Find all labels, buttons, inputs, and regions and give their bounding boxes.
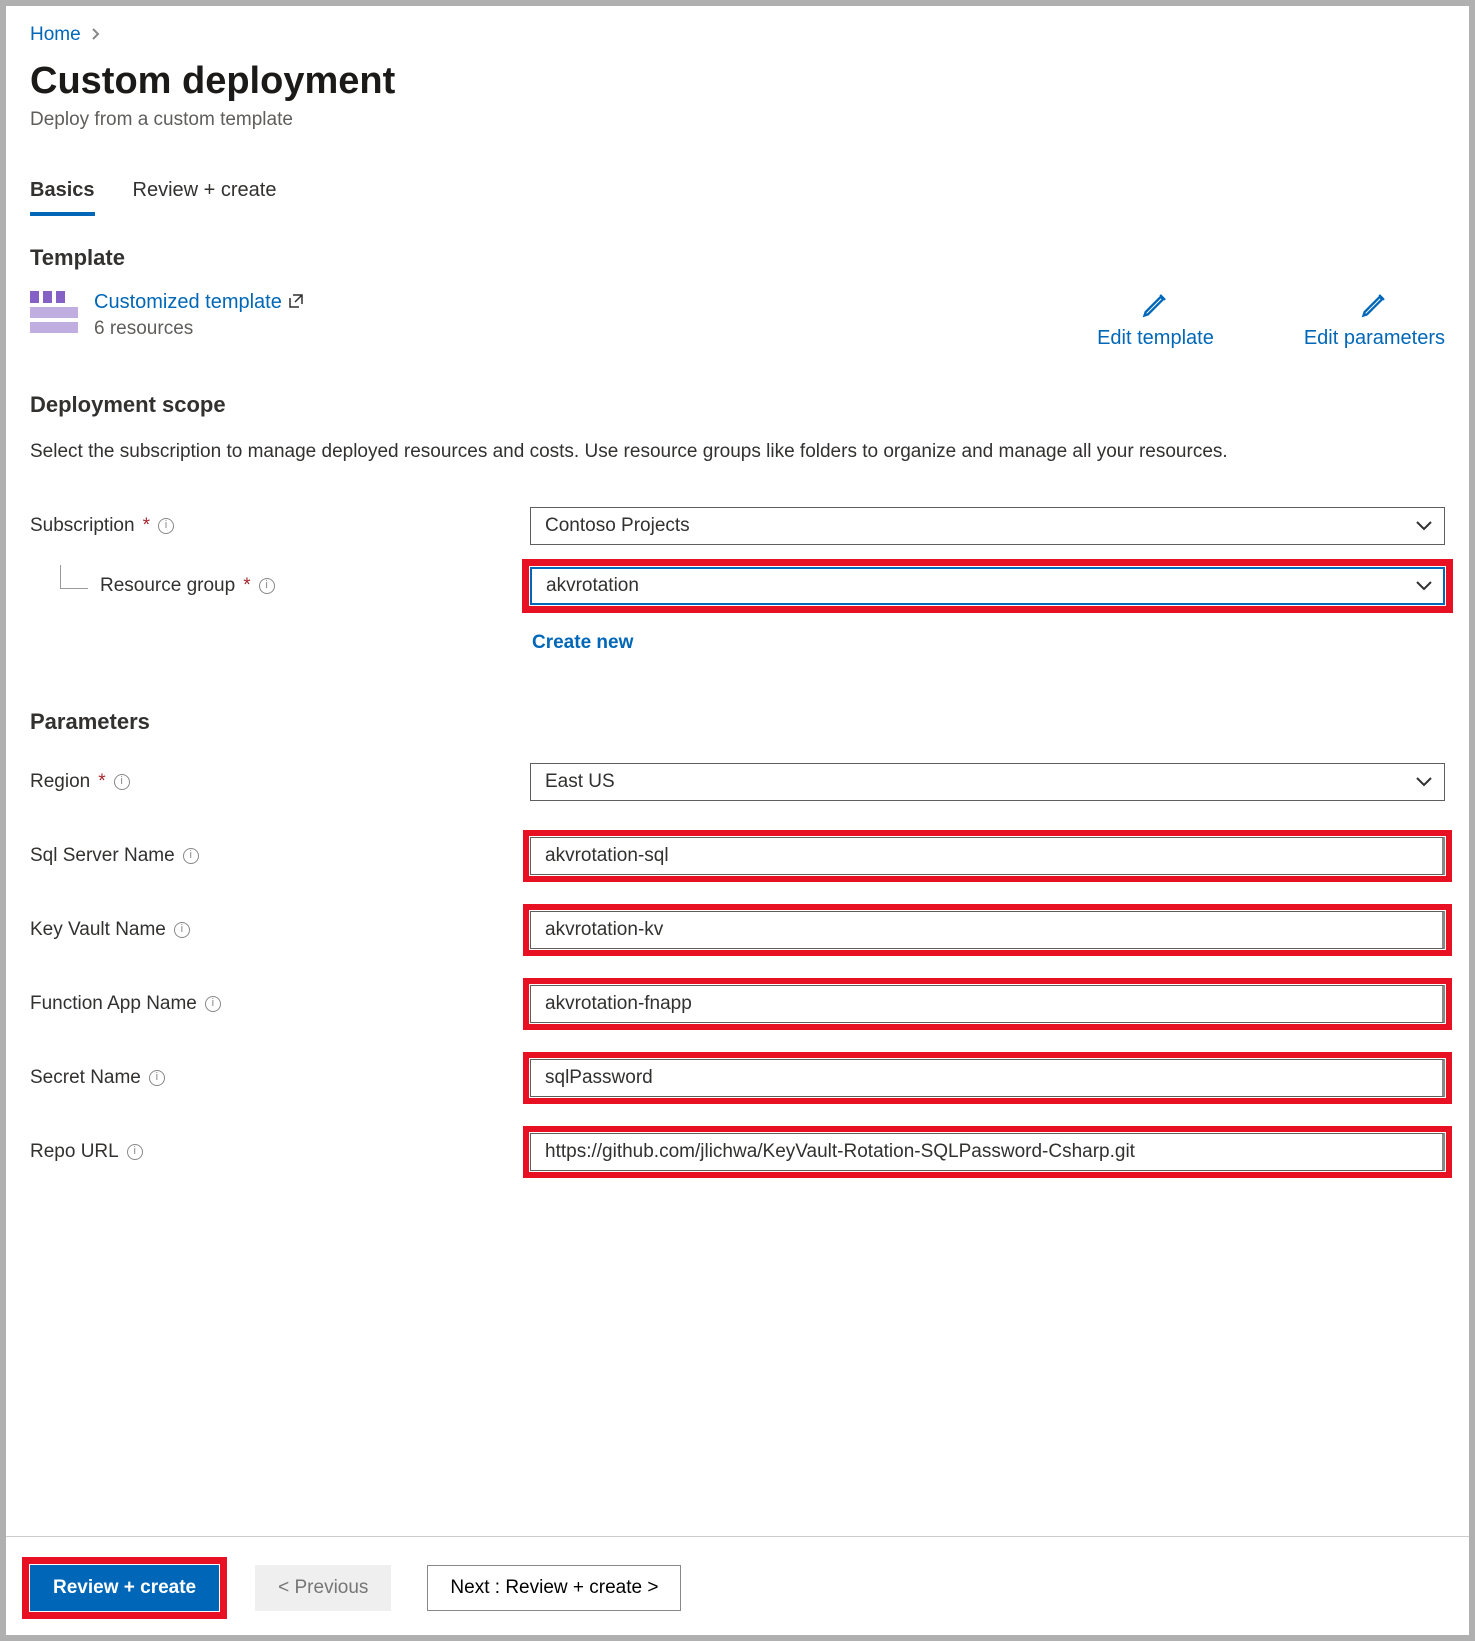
next-button[interactable]: Next : Review + create >	[427, 1565, 681, 1611]
sql-server-name-input[interactable]	[530, 837, 1445, 875]
info-icon[interactable]: i	[259, 578, 275, 594]
sql-server-name-label: Sql Server Name	[30, 845, 175, 867]
region-value: East US	[545, 771, 615, 793]
customized-template-label: Customized template	[94, 291, 282, 314]
chevron-right-icon	[91, 27, 101, 43]
breadcrumb: Home	[30, 24, 1445, 46]
region-label: Region	[30, 771, 90, 793]
repo-url-input[interactable]	[530, 1133, 1445, 1171]
secret-name-input[interactable]	[530, 1059, 1445, 1097]
info-icon[interactable]: i	[158, 518, 174, 534]
scope-description: Select the subscription to manage deploy…	[30, 438, 1350, 467]
tree-line-icon	[60, 565, 88, 589]
previous-button[interactable]: < Previous	[255, 1565, 391, 1611]
resource-group-row: Resource group * i akvrotation	[30, 563, 1445, 609]
open-in-new-icon	[288, 293, 304, 313]
pencil-icon	[1141, 291, 1169, 319]
secret-name-label: Secret Name	[30, 1067, 141, 1089]
subscription-row: Subscription * i Contoso Projects	[30, 503, 1445, 549]
page-subtitle: Deploy from a custom template	[30, 109, 1445, 131]
info-icon[interactable]: i	[205, 996, 221, 1012]
section-template-heading: Template	[30, 245, 1445, 271]
info-icon[interactable]: i	[149, 1070, 165, 1086]
repo-url-row: Repo URL i	[30, 1129, 1445, 1175]
resources-count: 6 resources	[94, 318, 304, 340]
required-asterisk: *	[98, 771, 105, 793]
function-app-name-label: Function App Name	[30, 993, 197, 1015]
info-icon[interactable]: i	[127, 1144, 143, 1160]
review-create-button[interactable]: Review + create	[30, 1565, 219, 1611]
edit-template-label: Edit template	[1097, 327, 1214, 350]
secret-name-row: Secret Name i	[30, 1055, 1445, 1101]
edit-parameters-button[interactable]: Edit parameters	[1304, 291, 1445, 350]
tab-basics[interactable]: Basics	[30, 179, 95, 216]
edit-parameters-label: Edit parameters	[1304, 327, 1445, 350]
region-select[interactable]: East US	[530, 763, 1445, 801]
custom-deployment-page: Home Custom deployment Deploy from a cus…	[6, 6, 1469, 1635]
subscription-label: Subscription	[30, 515, 135, 537]
key-vault-name-label: Key Vault Name	[30, 919, 166, 941]
resource-group-label: Resource group	[100, 575, 235, 597]
key-vault-name-row: Key Vault Name i	[30, 907, 1445, 953]
required-asterisk: *	[143, 515, 150, 537]
repo-url-label: Repo URL	[30, 1141, 119, 1163]
resource-group-value: akvrotation	[546, 575, 639, 597]
sql-server-name-row: Sql Server Name i	[30, 833, 1445, 879]
footer: Review + create < Previous Next : Review…	[6, 1536, 1469, 1635]
tabs: Basics Review + create	[30, 179, 1445, 217]
key-vault-name-input[interactable]	[530, 911, 1445, 949]
create-new-row: Create new	[30, 617, 1445, 663]
info-icon[interactable]: i	[114, 774, 130, 790]
create-new-link[interactable]: Create new	[532, 632, 633, 654]
region-row: Region * i East US	[30, 759, 1445, 805]
customized-template-link[interactable]: Customized template	[94, 291, 304, 314]
page-title: Custom deployment	[30, 60, 1445, 103]
template-row: Customized template 6 resources Edit tem…	[30, 291, 1445, 350]
breadcrumb-home-link[interactable]: Home	[30, 24, 81, 46]
template-tile-icon	[30, 291, 78, 333]
tab-review-create[interactable]: Review + create	[133, 179, 277, 216]
section-scope-heading: Deployment scope	[30, 392, 1445, 418]
subscription-value: Contoso Projects	[545, 515, 690, 537]
required-asterisk: *	[243, 575, 250, 597]
info-icon[interactable]: i	[183, 848, 199, 864]
function-app-name-row: Function App Name i	[30, 981, 1445, 1027]
section-parameters-heading: Parameters	[30, 709, 1445, 735]
info-icon[interactable]: i	[174, 922, 190, 938]
subscription-select[interactable]: Contoso Projects	[530, 507, 1445, 545]
resource-group-select[interactable]: akvrotation	[530, 567, 1445, 605]
function-app-name-input[interactable]	[530, 985, 1445, 1023]
pencil-icon	[1360, 291, 1388, 319]
edit-template-button[interactable]: Edit template	[1097, 291, 1214, 350]
